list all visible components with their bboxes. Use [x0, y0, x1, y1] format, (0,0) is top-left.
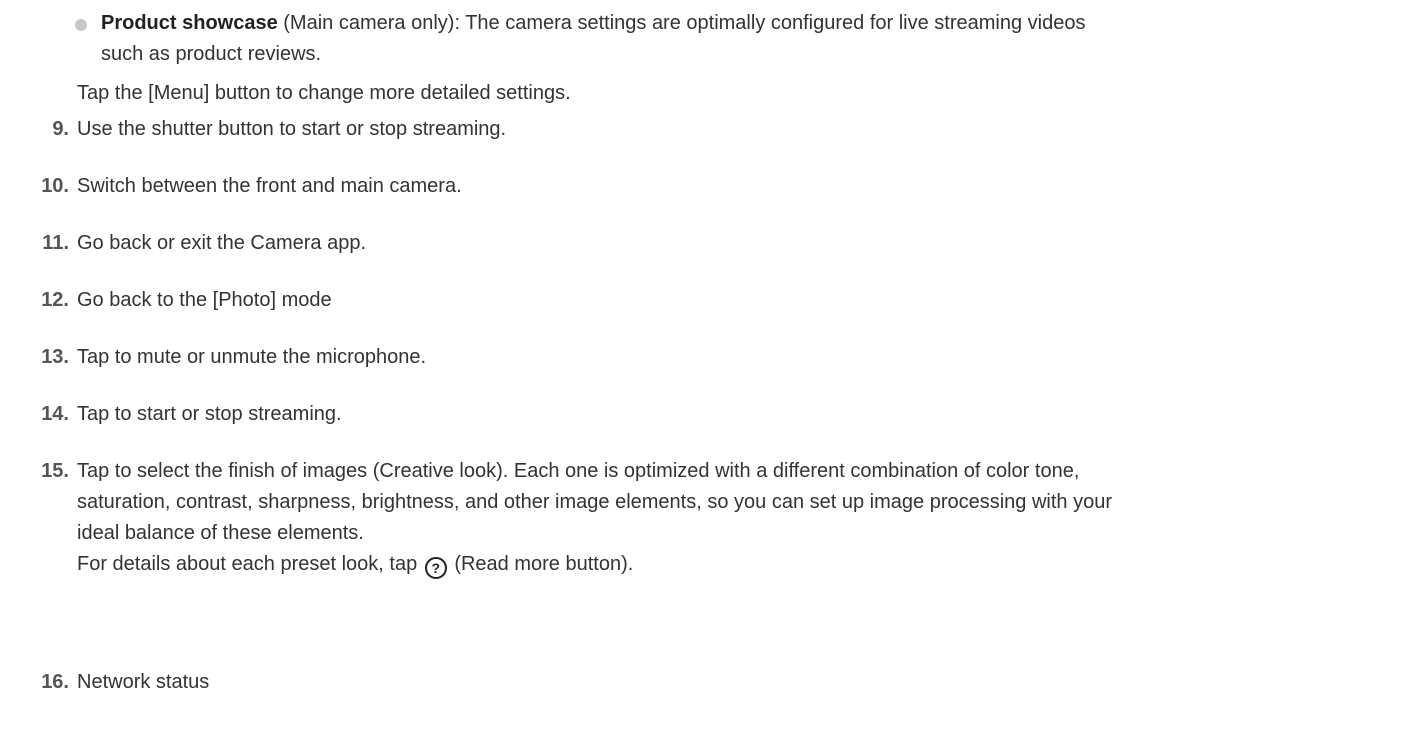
step-text-line: ideal balance of these elements.	[77, 522, 364, 544]
step-text: Go back to the [Photo] mode	[77, 289, 332, 311]
menu-note: Tap the [Menu] button to change more det…	[77, 82, 571, 104]
step-text: Tap to select the finish of images (Crea…	[77, 456, 1407, 580]
step-text: Network status	[77, 671, 210, 693]
step-number: 10.	[41, 175, 69, 197]
step-text: Go back or exit the Camera app.	[77, 232, 367, 254]
step-number: 15.	[41, 460, 69, 482]
bullet-desc-2: such as product reviews.	[101, 43, 322, 65]
bullet-icon	[75, 19, 87, 31]
step-text: Use the shutter button to start or stop …	[77, 118, 507, 140]
bullet-desc-1: (Main camera only): The camera settings …	[277, 12, 1086, 34]
step-number: 13.	[41, 346, 69, 368]
bullet-term: Product showcase	[101, 12, 278, 34]
question-circle-icon: ?	[424, 557, 447, 579]
step-text: Tap to start or stop streaming.	[77, 403, 342, 425]
bullet-text: Product showcase (Main camera only): The…	[101, 8, 1401, 70]
step-text: Tap to mute or unmute the microphone.	[77, 346, 427, 368]
detail-before: For details about each preset look, tap	[77, 553, 423, 575]
step-text-line: Tap to select the finish of images (Crea…	[77, 460, 1080, 482]
help-page: Product showcase (Main camera only): The…	[0, 0, 1420, 729]
step-text: Switch between the front and main camera…	[77, 175, 462, 197]
list-item-product-showcase: Product showcase (Main camera only): The…	[75, 8, 1401, 70]
step-number: 14.	[41, 403, 69, 425]
step-detail: For details about each preset look, tap …	[77, 549, 1407, 580]
step-text-line: saturation, contrast, sharpness, brightn…	[77, 491, 1112, 513]
step-number: 9.	[52, 118, 69, 140]
step-number: 12.	[41, 289, 69, 311]
step-number: 16.	[41, 671, 69, 693]
step-number: 11.	[42, 232, 69, 254]
detail-after: (Read more button).	[448, 553, 634, 575]
